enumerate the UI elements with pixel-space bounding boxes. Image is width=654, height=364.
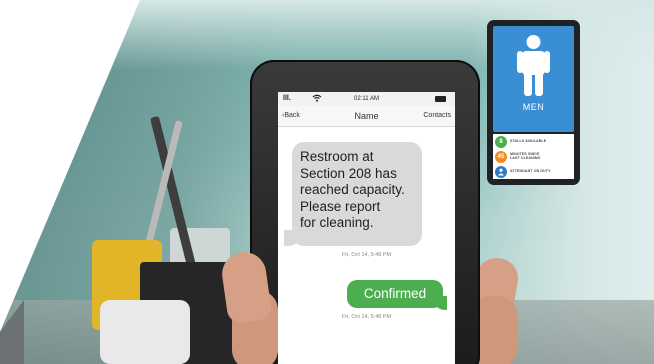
- attendant-label: ATTENDANT ON DUTY: [510, 168, 551, 173]
- status-bar: lll. 02:11 AM: [278, 92, 455, 106]
- phone-screen: lll. 02:11 AM ‹Back Name Contacts Restro…: [278, 92, 455, 364]
- incoming-message-timestamp: Fri, Oct 14, 5:48 PM: [341, 252, 392, 258]
- sign-row-cleaning: 45 MINUTES SINCE LAST CLEANING: [493, 149, 574, 164]
- sign-row-stalls: 8 STALLS AVAILABLE: [493, 134, 574, 149]
- status-time: 02:11 AM: [354, 96, 379, 102]
- outgoing-message-bubble[interactable]: Confirmed: [347, 280, 443, 308]
- person-icon: [498, 168, 504, 175]
- minutes-badge: 45: [495, 150, 507, 163]
- incoming-message-bubble[interactable]: Restroom at Section 208 has reached capa…: [292, 142, 422, 246]
- minutes-label: MINUTES SINCE LAST CLEANING: [510, 151, 541, 160]
- man-icon: [517, 35, 550, 96]
- scene: MEN 8 STALLS AVAILABLE 45 MINUTES SINCE …: [0, 0, 654, 364]
- smartphone: lll. 02:11 AM ‹Back Name Contacts Restro…: [250, 60, 480, 364]
- sign-header: MEN: [493, 26, 574, 132]
- outgoing-message-text: Confirmed: [363, 286, 427, 301]
- battery-icon: [435, 96, 446, 102]
- sign-title: MEN: [522, 102, 545, 112]
- sign-status-rows: 8 STALLS AVAILABLE 45 MINUTES SINCE LAST…: [493, 134, 574, 179]
- cart-bag: [100, 300, 190, 364]
- stalls-badge: 8: [495, 135, 507, 148]
- contacts-button[interactable]: Contacts: [423, 112, 451, 119]
- outgoing-message-timestamp: Fri, Oct 14, 5:48 PM: [341, 314, 392, 320]
- stalls-label: STALLS AVAILABLE: [510, 138, 547, 143]
- messages-nav-bar: ‹Back Name Contacts: [278, 106, 455, 127]
- incoming-message-text: Restroom at Section 208 has reached capa…: [300, 149, 405, 230]
- sign-row-attendant: ATTENDANT ON DUTY: [493, 164, 574, 179]
- attendant-badge: [495, 165, 507, 178]
- restroom-status-sign: MEN 8 STALLS AVAILABLE 45 MINUTES SINCE …: [487, 20, 580, 185]
